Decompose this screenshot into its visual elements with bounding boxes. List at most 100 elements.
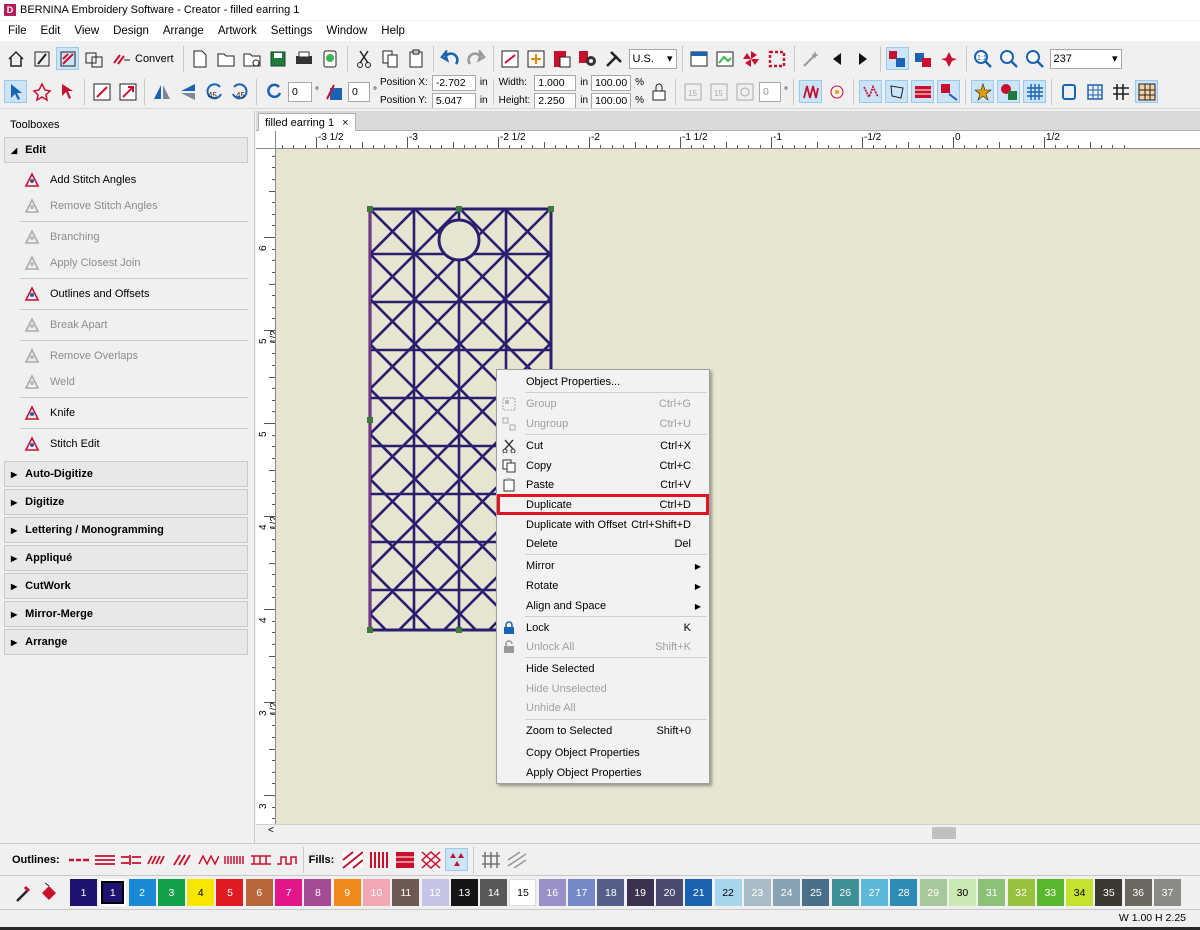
scroll-left-icon[interactable]: < (268, 825, 274, 836)
appliqué-icon[interactable] (938, 47, 961, 70)
menu-item-group[interactable]: Group Ctrl+G (497, 394, 709, 414)
color-swatch[interactable]: 14 (480, 879, 508, 906)
menu-item-unhide-all[interactable]: Unhide All (497, 698, 709, 718)
menu-item-zoom-to-selected[interactable]: Zoom to Selected Shift+0 (497, 721, 709, 741)
stitch-angle-minus15-icon[interactable]: 15 (707, 80, 730, 103)
rotate-angle-input[interactable]: 0 (288, 81, 312, 102)
menu-edit[interactable]: Edit (41, 25, 61, 37)
color-swatch[interactable]: 31 (978, 879, 1006, 906)
color-swatch[interactable]: 22 (714, 879, 742, 906)
edit-artwork-icon[interactable] (30, 47, 53, 70)
menu-item-copy-object-properties[interactable]: Copy Object Properties (497, 743, 709, 763)
color-swatch[interactable]: 12 (421, 879, 449, 906)
remove-fill-icon[interactable] (479, 848, 502, 871)
tool-break-apart[interactable]: Break Apart (0, 312, 254, 338)
color-swatch[interactable]: 30 (948, 879, 976, 906)
zoom-out-icon[interactable] (1024, 47, 1047, 70)
object-list-icon[interactable] (912, 47, 935, 70)
artwork-canvas-icon[interactable] (82, 47, 105, 70)
horizontal-scrollbar[interactable]: < (256, 824, 1200, 840)
color-swatch[interactable]: 23 (743, 879, 771, 906)
current-color-swatch[interactable]: 1 (70, 879, 97, 906)
next-arrow-icon[interactable] (852, 47, 875, 70)
selection-handle[interactable] (367, 206, 373, 212)
tools-icon[interactable] (603, 47, 626, 70)
frame-icon[interactable] (766, 47, 789, 70)
color-swatch[interactable]: 10 (362, 879, 390, 906)
color-swatch[interactable]: 20 (655, 879, 683, 906)
tatami-fill-icon[interactable] (341, 848, 364, 871)
scale-icon[interactable] (90, 80, 113, 103)
menu-file[interactable]: File (8, 25, 27, 37)
fill-pattern-icon[interactable] (911, 80, 934, 103)
fill-gradient-icon[interactable] (937, 80, 960, 103)
color-swatch[interactable]: 25 (802, 879, 830, 906)
slant-icon[interactable] (322, 80, 345, 103)
print-icon[interactable] (293, 47, 316, 70)
color-swatch[interactable]: 9 (333, 879, 361, 906)
menu-help[interactable]: Help (381, 25, 405, 37)
star-shape-icon[interactable] (971, 80, 994, 103)
polygon-select-icon[interactable] (30, 80, 53, 103)
toolbox-edit-header[interactable]: ◢ Edit (4, 137, 248, 163)
color-swatch[interactable]: 15 (509, 879, 537, 906)
bean-stitch-icon[interactable] (171, 848, 194, 871)
position-y-input[interactable]: 5.047 (431, 92, 476, 108)
menu-item-mirror[interactable]: Mirror ▶ (497, 556, 709, 576)
select-arrow-icon[interactable] (4, 80, 27, 103)
menu-item-object-properties[interactable]: Object Properties... (497, 372, 709, 392)
tool-outlines-and-offsets[interactable]: Outlines and Offsets (0, 281, 254, 307)
tool-remove-stitch-angles[interactable]: Remove Stitch Angles (0, 193, 254, 219)
undo-icon[interactable] (439, 47, 462, 70)
menu-item-hide-unselected[interactable]: Hide Unselected (497, 679, 709, 699)
copy-icon[interactable] (379, 47, 402, 70)
tool-remove-overlaps[interactable]: Remove Overlaps (0, 343, 254, 369)
color-swatch[interactable]: 13 (450, 879, 478, 906)
stitch-angle-15-icon[interactable]: 15 (681, 80, 704, 103)
pinwheel-icon[interactable] (740, 47, 763, 70)
menu-view[interactable]: View (74, 25, 99, 37)
color-swatch[interactable]: 16 (538, 879, 566, 906)
shapes-icon[interactable] (997, 80, 1020, 103)
show-hide-icon[interactable] (551, 47, 574, 70)
width-input[interactable]: 1.000 (534, 75, 577, 91)
color-swatch[interactable]: 19 (626, 879, 654, 906)
menu-item-rotate[interactable]: Rotate ▶ (497, 576, 709, 596)
satin-outline-icon[interactable] (145, 848, 168, 871)
toolbox-cutwork-header[interactable]: ▶ CutWork (4, 573, 248, 599)
tool-apply-closest-join[interactable]: Apply Closest Join (0, 250, 254, 276)
tool-stitch-edit[interactable]: Stitch Edit (0, 431, 254, 457)
mirror-horizontal-icon[interactable] (150, 80, 173, 103)
menu-item-ungroup[interactable]: Ungroup Ctrl+U (497, 414, 709, 434)
color-swatch[interactable]: 18 (597, 879, 625, 906)
new-file-icon[interactable] (189, 47, 212, 70)
color-swatch[interactable]: 34 (1066, 879, 1094, 906)
satin-fill-icon[interactable] (367, 848, 390, 871)
menu-item-duplicate-with-offset[interactable]: Duplicate with Offset Ctrl+Shift+D (497, 515, 709, 535)
slant-angle-input[interactable]: 0 (348, 81, 370, 102)
menu-arrange[interactable]: Arrange (163, 25, 204, 37)
menu-item-lock[interactable]: Lock K (497, 618, 709, 638)
reshape-icon[interactable] (56, 80, 79, 103)
tool-knife[interactable]: Knife (0, 400, 254, 426)
rotate-icon[interactable] (262, 80, 285, 103)
color-swatch[interactable]: 33 (1036, 879, 1064, 906)
paint-bucket-icon[interactable] (36, 881, 62, 904)
selection-handle[interactable] (548, 206, 554, 212)
grid-blue-icon[interactable] (1023, 80, 1046, 103)
open-recent-icon[interactable] (241, 47, 264, 70)
color-swatch[interactable]: 1 (99, 879, 127, 906)
redo-icon[interactable] (465, 47, 488, 70)
menu-item-paste[interactable]: Paste Ctrl+V (497, 475, 709, 495)
stitch-angle-icon[interactable] (733, 80, 756, 103)
blanket-stitch-icon[interactable] (223, 848, 246, 871)
stitch-player-icon[interactable] (499, 47, 522, 70)
color-swatch[interactable]: 17 (568, 879, 596, 906)
menu-item-copy[interactable]: Copy Ctrl+C (497, 456, 709, 476)
flower-outline-icon[interactable] (825, 80, 848, 103)
stitch-angle-input[interactable]: 0 (759, 81, 781, 102)
paste-icon[interactable] (405, 47, 428, 70)
hoop-icon[interactable] (688, 47, 711, 70)
color-sequence-icon[interactable] (885, 47, 909, 70)
document-tab[interactable]: filled earring 1 × (258, 113, 356, 131)
